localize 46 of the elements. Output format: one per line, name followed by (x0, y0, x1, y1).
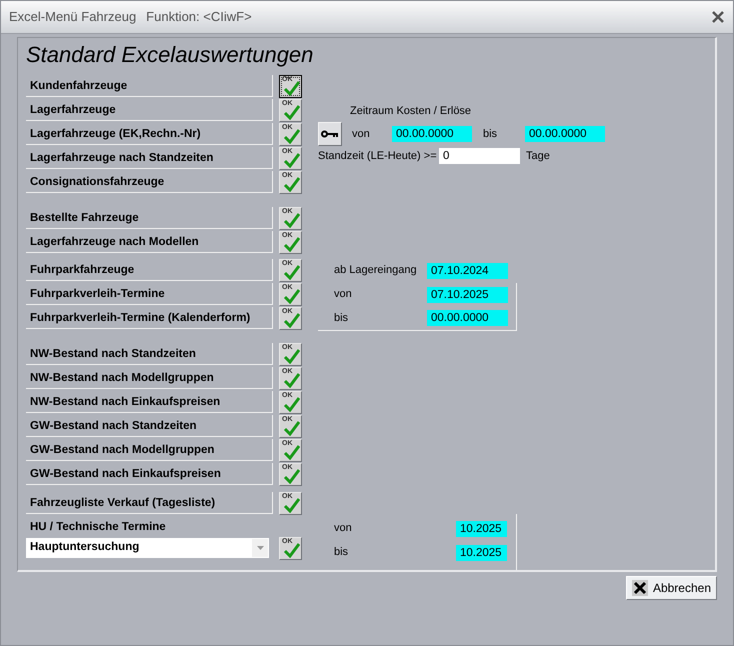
report-label: Fahrzeugliste Verkauf (Tagesliste) (26, 492, 273, 514)
field-label: ab Lagereingang (334, 263, 418, 278)
report-label: NW-Bestand nach Einkaufspreisen (26, 391, 273, 413)
field-label: bis (334, 545, 350, 560)
section-label: HU / Technische Termine (29, 520, 167, 534)
key-button[interactable] (318, 122, 342, 146)
field-label: von (334, 521, 353, 536)
dropdown[interactable]: Hauptuntersuchung (26, 538, 269, 558)
date-field[interactable]: 07.10.2025 (427, 286, 508, 302)
date-field[interactable]: 00.00.0000 (392, 126, 472, 142)
report-label: GW-Bestand nach Einkaufspreisen (26, 463, 273, 485)
report-label: NW-Bestand nach Modellgruppen (26, 367, 273, 389)
report-label: Consignationsfahrzeuge (26, 171, 273, 193)
caret-icon (252, 539, 268, 557)
report-label: Kundenfahrzeuge (26, 75, 273, 97)
report-label: GW-Bestand nach Standzeiten (26, 415, 273, 437)
date-field[interactable]: 00.00.0000 (427, 310, 508, 326)
close-icon[interactable] (711, 10, 725, 24)
date-field[interactable]: 10.2025 (456, 544, 507, 560)
report-label: GW-Bestand nach Modellgruppen (26, 439, 273, 461)
report-label: Fuhrparkverleih-Termine (26, 283, 273, 305)
field-label: bis (483, 126, 498, 142)
field-label: bis (334, 310, 350, 326)
report-label: Lagerfahrzeuge nach Standzeiten (26, 147, 273, 169)
days-field[interactable]: 0 (439, 148, 520, 164)
function-label: Funktion: <CIiwF> (146, 8, 252, 26)
cancel-button[interactable]: Abbrechen (626, 576, 717, 600)
close-icon (632, 580, 648, 596)
date-field[interactable]: 00.00.0000 (525, 126, 605, 142)
window-title: Excel-Menü Fahrzeug (9, 8, 136, 26)
date-field[interactable]: 10.2025 (456, 520, 507, 536)
report-label: Lagerfahrzeuge (EK,Rechn.-Nr) (26, 123, 273, 145)
report-label: Fuhrparkverleih-Termine (Kalenderform) (26, 307, 273, 329)
key-icon (321, 130, 339, 138)
field-label: von (352, 126, 371, 142)
report-label: Lagerfahrzeuge (26, 99, 273, 121)
field-label: Standzeit (LE-Heute) >= (318, 149, 438, 164)
report-label: Lagerfahrzeuge nach Modellen (26, 231, 273, 253)
section-title: Zeitraum Kosten / Erlöse (349, 104, 472, 117)
unit-label: Tage (526, 149, 550, 164)
report-label: Bestellte Fahrzeuge (26, 207, 273, 229)
heading: Standard Excelauswertungen (26, 43, 314, 67)
field-label: von (334, 287, 353, 302)
report-label: Fuhrparkfahrzeuge (26, 259, 273, 281)
report-label: NW-Bestand nach Standzeiten (26, 343, 273, 365)
date-field[interactable]: 07.10.2024 (427, 262, 508, 278)
